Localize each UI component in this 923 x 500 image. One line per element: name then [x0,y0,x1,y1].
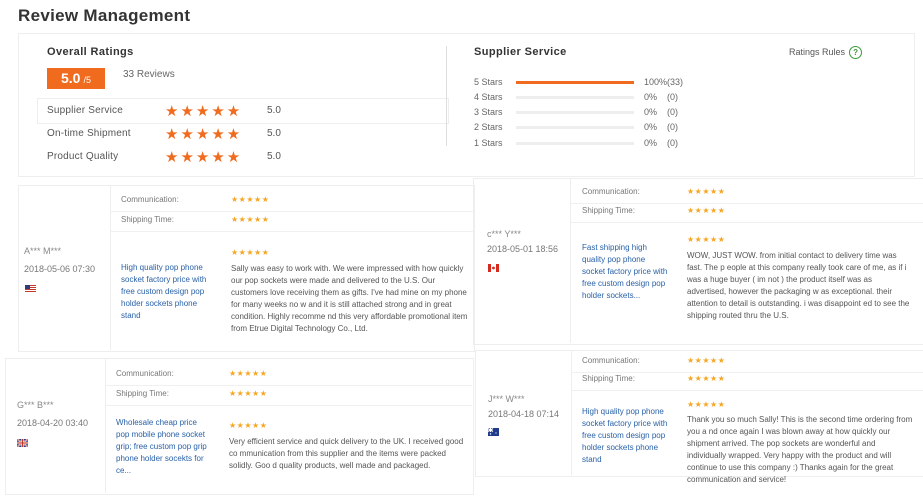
review-comment: WOW, JUST WOW. from initial contact to d… [687,251,910,320]
review-row-divider [110,211,473,212]
country-flag-icon [488,259,499,277]
rating-value-product-quality: 5.0 [267,151,281,162]
star-row-bar [516,96,634,99]
communication-stars: ★★★★★ [231,195,270,204]
review-stars: ★★★★★ [229,421,268,430]
star-row-label: 5 Stars [474,77,503,87]
reviewer-name: G*** B*** [17,400,54,410]
reviewer-name: J*** W*** [488,394,525,404]
rating-stars-supplier-service: ★★★★★ [165,103,243,120]
communication-label: Communication: [582,187,640,196]
reviewer-name: c*** Y*** [487,229,521,239]
review-card-divider [571,350,572,475]
reviews-count: 33 Reviews [123,69,175,80]
review-row-divider [570,222,923,223]
communication-stars: ★★★★★ [687,187,726,196]
shipping-time-label: Shipping Time: [582,374,635,383]
star-row-label: 2 Stars [474,122,503,132]
shipping-time-label: Shipping Time: [121,215,174,224]
country-flag-icon [16,434,29,452]
shipping-time-label: Shipping Time: [116,389,169,398]
review-row-divider [110,231,473,232]
star-row-percent: 0% [644,138,658,148]
rating-stars-ontime-shipment: ★★★★★ [165,126,243,143]
star-row-bar [516,81,634,84]
star-row-label: 1 Stars [474,138,503,148]
review-row-divider [570,203,923,204]
country-flag-icon [25,280,36,298]
star-row-bar [516,111,634,114]
rating-value-supplier-service: 5.0 [267,105,281,116]
rating-label-product-quality: Product Quality [47,151,119,162]
rating-label-ontime-shipment: On-time Shipment [47,128,131,139]
product-link[interactable]: Wholesale cheap price pop mobile phone s… [116,417,210,477]
review-date: 2018-04-20 03:40 [17,418,89,428]
summary-divider [446,46,447,146]
star-row-bar [516,126,634,129]
review-card-divider [110,185,111,350]
review-comment: Very efficient service and quick deliver… [229,437,464,470]
supplier-service-heading: Supplier Service [474,46,567,58]
reviewer-name: A*** M*** [24,246,62,256]
shipping-time-stars: ★★★★★ [687,206,726,215]
star-row-bar [516,142,634,145]
shipping-time-stars: ★★★★★ [231,215,270,224]
product-link[interactable]: High quality pop phone socket factory pr… [121,262,212,322]
review-stars: ★★★★★ [687,235,726,244]
star-row-percent: 100%(33) [644,77,684,87]
overall-score-badge: 5.0/5 [47,68,105,89]
star-row-count: (0) [667,107,678,117]
review-stars: ★★★★★ [687,400,726,409]
review-row-divider [105,405,472,406]
overall-score-suffix: /5 [83,75,91,85]
review-comment: Thank you so much Sally! This is the sec… [687,415,913,484]
ratings-summary-panel: Overall Ratings 5.0/5 33 Reviews Supplie… [18,33,915,177]
ratings-rules-label[interactable]: Ratings Rules [789,47,845,57]
shipping-time-stars: ★★★★★ [229,389,268,398]
product-link[interactable]: High quality pop phone socket factory pr… [582,406,669,466]
review-comment: Sally was easy to work with. We were imp… [231,264,468,333]
review-card-divider [105,358,106,493]
communication-label: Communication: [116,369,174,378]
review-row-divider [105,385,472,386]
product-link[interactable]: Fast shipping high quality pop phone soc… [582,242,669,302]
star-row-percent: 0% [644,92,658,102]
star-row-label: 3 Stars [474,107,503,117]
star-row-percent: 0% [644,122,658,132]
overall-ratings-heading: Overall Ratings [47,46,134,58]
shipping-time-label: Shipping Time: [582,206,635,215]
star-row-count: (0) [667,122,678,132]
star-row-percent: 0% [644,107,658,117]
rating-value-ontime-shipment: 5.0 [267,128,281,139]
communication-stars: ★★★★★ [687,356,726,365]
review-stars: ★★★★★ [231,248,270,257]
star-row-label: 4 Stars [474,92,503,102]
review-date: 2018-04-18 07:14 [488,409,560,419]
review-date: 2018-05-01 18:56 [487,244,559,254]
rating-stars-product-quality: ★★★★★ [165,149,243,166]
review-row-divider [571,390,923,391]
review-row-divider [571,372,923,373]
help-icon[interactable]: ? [849,46,863,59]
communication-label: Communication: [582,356,640,365]
rating-label-supplier-service: Supplier Service [47,105,124,116]
star-row-bar-fill [516,81,634,84]
communication-label: Communication: [121,195,179,204]
shipping-time-stars: ★★★★★ [687,374,726,383]
overall-score: 5.0 [61,70,81,86]
ratings-rules-link[interactable]: Ratings Rules? [789,46,863,59]
review-date: 2018-05-06 07:30 [24,264,96,274]
country-flag-icon [487,423,499,441]
page-title: Review Management [18,6,191,25]
communication-stars: ★★★★★ [229,369,268,378]
star-row-count: (0) [667,92,678,102]
star-row-count: (0) [667,138,678,148]
